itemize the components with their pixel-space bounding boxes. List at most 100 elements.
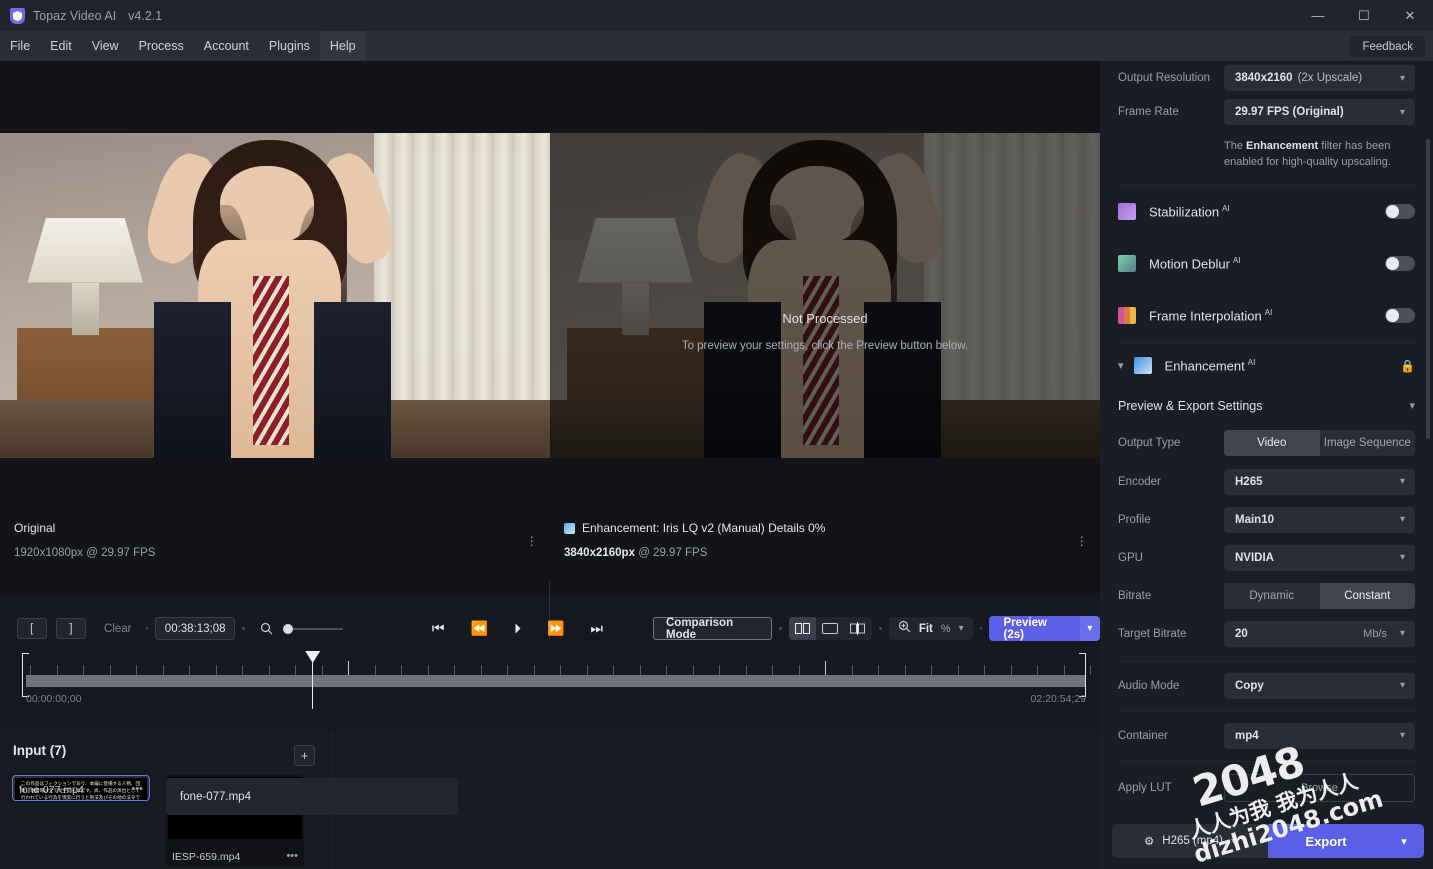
app-title: Topaz Video AI: [33, 8, 117, 23]
profile-value: Main10: [1235, 513, 1274, 526]
filter-label: Motion Deblur: [1149, 256, 1230, 272]
frame-interpolation-icon: [1118, 307, 1136, 325]
minimize-button[interactable]: —: [1295, 0, 1341, 31]
preview-button[interactable]: Preview (2s): [989, 616, 1080, 641]
apply-lut-label: Apply LUT: [1118, 781, 1172, 794]
preview-export-settings-header[interactable]: Preview & Export Settings ▾: [1100, 389, 1433, 423]
menu-item-process[interactable]: Process: [129, 31, 194, 61]
motion-deblur-toggle[interactable]: [1385, 256, 1415, 272]
maximize-button[interactable]: ☐: [1341, 0, 1387, 31]
output-resolution-row: Output Resolution 3840x2160 (2x Upscale)…: [1100, 61, 1433, 95]
filter-frame-interpolation[interactable]: Frame Interpolation AI: [1100, 290, 1433, 342]
current-timecode[interactable]: 00:38:13;08: [155, 617, 236, 640]
bottom-panel: Input (7) + この作品はフィクションであり、本編に登場する人物、団体、…: [0, 731, 1100, 869]
gpu-select[interactable]: NVIDIA ▾: [1224, 544, 1415, 571]
window-controls: — ☐ ✕: [1295, 0, 1433, 31]
original-options-icon[interactable]: · · ·: [529, 529, 534, 551]
magnifier-icon[interactable]: [252, 618, 282, 639]
target-bitrate-input[interactable]: 20 Mb/s ▾: [1224, 620, 1415, 647]
encoder-preset-label: H265 (mp4): [1162, 835, 1223, 847]
single-view-icon[interactable]: [816, 617, 844, 640]
profile-select[interactable]: Main10 ▾: [1224, 506, 1415, 533]
audio-mode-select[interactable]: Copy ▾: [1224, 672, 1415, 699]
step-forward-icon[interactable]: ⏩: [547, 620, 564, 637]
frame-interpolation-toggle[interactable]: [1385, 308, 1415, 324]
export-options-chevron-down-icon[interactable]: ▾: [1384, 824, 1424, 858]
set-in-point-button[interactable]: [: [16, 618, 47, 639]
chevron-down-icon: ▾: [1399, 106, 1405, 118]
preview-options-chevron-down-icon[interactable]: ▾: [1079, 616, 1101, 641]
chevron-down-icon[interactable]: ▾: [1118, 359, 1124, 372]
chevron-down-icon[interactable]: ▾: [1409, 399, 1415, 412]
timeline-end-time: 02:20:54;29: [1030, 693, 1086, 705]
menu-item-plugins[interactable]: Plugins: [259, 31, 320, 61]
original-label-block: Original 1920x1080px @ 29.97 FPS: [14, 521, 155, 559]
apply-lut-browse-button[interactable]: Browse: [1224, 773, 1415, 802]
note-bold: Enhancement: [1246, 140, 1319, 152]
lock-icon[interactable]: 🔒: [1400, 359, 1415, 373]
bitrate-mode-label: Bitrate: [1118, 589, 1152, 602]
feedback-button[interactable]: Feedback: [1350, 36, 1425, 57]
list-item[interactable]: この作品はフィクションであり、本編に登場する人物、団体、地関等は全て架空のもので…: [12, 775, 150, 801]
split-view-icon[interactable]: [788, 617, 817, 640]
bitrate-constant[interactable]: Constant: [1319, 582, 1415, 609]
output-resolution-suffix: (2x Upscale): [1297, 72, 1363, 84]
zoom-value[interactable]: Fit: [919, 623, 933, 635]
menu-item-edit[interactable]: Edit: [40, 31, 82, 61]
clear-button[interactable]: Clear: [97, 618, 138, 639]
timeline-out-bracket[interactable]: [1079, 653, 1086, 697]
filter-enhancement[interactable]: ▾ Enhancement AI 🔒: [1100, 343, 1433, 389]
skip-to-end-icon[interactable]: ⏭: [590, 620, 603, 637]
menu-item-file[interactable]: File: [0, 31, 40, 61]
thumbnail-more-icon[interactable]: •••: [131, 783, 143, 795]
output-type-video[interactable]: Video: [1224, 429, 1320, 456]
set-out-point-button[interactable]: ]: [55, 618, 86, 639]
thumbnail-more-icon[interactable]: •••: [286, 850, 298, 862]
play-icon[interactable]: ⏵: [514, 620, 521, 637]
export-button[interactable]: Export: [1268, 824, 1384, 858]
preview-pane-enhanced[interactable]: Not Processed To preview your settings, …: [550, 61, 1100, 598]
timeline[interactable]: 00:00:00;00 02:20:54;29: [0, 645, 1100, 717]
enhanced-options-icon[interactable]: · · ·: [1079, 529, 1084, 551]
bitrate-dynamic[interactable]: Dynamic: [1224, 583, 1320, 609]
target-bitrate-unit: Mb/s: [1363, 627, 1387, 640]
menu-item-help[interactable]: Help: [319, 31, 366, 61]
note-prefix: The: [1224, 140, 1247, 152]
encoder-preset-button[interactable]: ⚙ H265 (mp4) ▾: [1112, 824, 1268, 858]
audio-mode-row: Audio Mode Copy ▾: [1100, 662, 1433, 710]
encoder-select[interactable]: H265 ▾: [1224, 468, 1415, 495]
filter-stabilization[interactable]: Stabilization AI: [1100, 186, 1433, 238]
timeline-in-bracket[interactable]: [22, 653, 29, 697]
timeline-playhead[interactable]: [305, 651, 321, 709]
preview-pane-original[interactable]: Original 1920x1080px @ 29.97 FPS · · ·: [0, 61, 550, 598]
comparison-mode-button[interactable]: Comparison Mode: [653, 617, 772, 641]
skip-to-start-icon[interactable]: ⏮: [432, 620, 445, 637]
playback-controls: ⏮ ⏪ ⏵ ⏩ ⏭: [432, 620, 603, 637]
chevron-down-icon: ▾: [1399, 628, 1405, 640]
settings-panel-scrollbar[interactable]: [1426, 139, 1430, 439]
timeline-track[interactable]: [26, 675, 1086, 687]
slider-view-icon[interactable]: [844, 617, 872, 640]
output-type-image-sequence[interactable]: Image Sequence: [1320, 430, 1416, 456]
container-select[interactable]: mp4 ▾: [1224, 722, 1415, 749]
shield-icon: [10, 7, 25, 24]
menu-item-account[interactable]: Account: [194, 31, 259, 61]
zoom-unit: %: [940, 622, 951, 635]
add-input-button[interactable]: +: [294, 745, 315, 766]
gpu-row: GPU NVIDIA ▾: [1100, 539, 1433, 577]
output-resolution-select[interactable]: 3840x2160 (2x Upscale) ▾: [1224, 65, 1415, 91]
stabilization-toggle[interactable]: [1385, 204, 1415, 220]
close-button[interactable]: ✕: [1387, 0, 1433, 31]
frame-rate-label: Frame Rate: [1118, 106, 1179, 118]
timeline-zoom-slider[interactable]: [283, 623, 343, 634]
original-title: Original: [14, 521, 56, 535]
profile-label: Profile: [1118, 513, 1151, 526]
frame-rate-row: Frame Rate 29.97 FPS (Original) ▾: [1100, 95, 1433, 129]
chevron-down-icon[interactable]: ▾: [959, 623, 964, 634]
frame-rate-select[interactable]: 29.97 FPS (Original) ▾: [1224, 99, 1415, 125]
menu-item-view[interactable]: View: [82, 31, 129, 61]
ai-badge: AI: [1232, 256, 1241, 266]
step-back-icon[interactable]: ⏪: [471, 620, 488, 637]
zoom-in-icon[interactable]: [898, 620, 911, 638]
filter-motion-deblur[interactable]: Motion Deblur AI: [1100, 238, 1433, 290]
